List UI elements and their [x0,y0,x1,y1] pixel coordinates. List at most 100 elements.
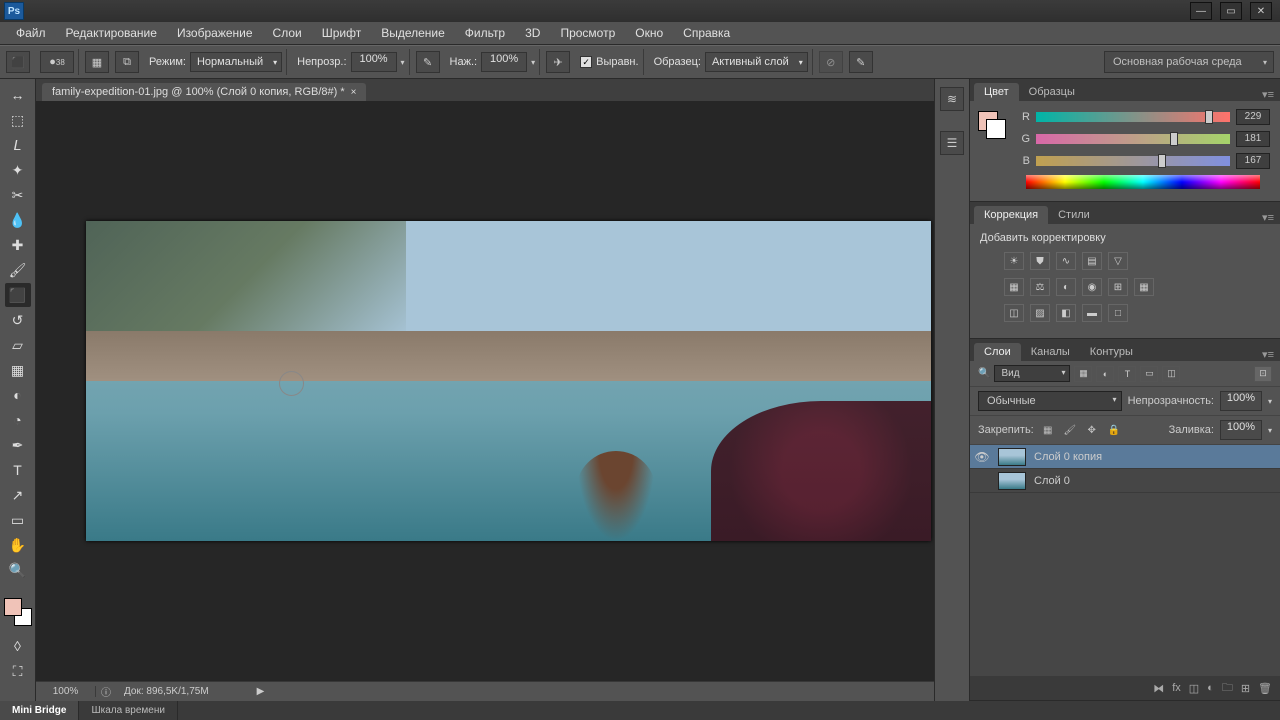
lasso-tool-icon[interactable]: 𝘓 [5,133,31,157]
tab-styles[interactable]: Стили [1048,206,1100,224]
delete-layer-icon[interactable]: 🗑 [1258,682,1272,695]
history-brush-tool-icon[interactable]: ↺ [5,308,31,332]
tab-adjustments[interactable]: Коррекция [974,206,1048,224]
b-value[interactable]: 167 [1236,153,1270,169]
dodge-tool-icon[interactable]: ◔ [5,408,31,432]
pressure-opacity-icon[interactable]: ✎ [416,51,440,73]
color-balance-icon[interactable]: ⚖ [1030,278,1050,296]
blend-mode-dropdown[interactable]: Нормальный [190,52,282,72]
filter-toggle-icon[interactable]: ⊡ [1254,366,1272,382]
selective-color-icon[interactable]: □ [1108,304,1128,322]
layer-blend-mode[interactable]: Обычные [978,391,1122,411]
properties-panel-icon[interactable]: ☰ [940,131,964,155]
status-play-icon[interactable]: ▶ [257,686,265,697]
brightness-contrast-icon[interactable]: ☀ [1004,252,1024,270]
close-tab-icon[interactable]: × [351,87,357,98]
bw-icon[interactable]: ◐ [1056,278,1076,296]
type-tool-icon[interactable]: T [5,458,31,482]
adjustment-layer-icon[interactable]: ◐ [1207,682,1214,694]
layer-thumbnail[interactable] [998,448,1026,466]
menu-3d[interactable]: 3D [515,22,550,45]
levels-icon[interactable]: ⛊ [1030,252,1050,270]
canvas-container[interactable] [36,101,934,681]
gradient-tool-icon[interactable]: ▦ [5,358,31,382]
color-lookup-icon[interactable]: ▦ [1134,278,1154,296]
path-tool-icon[interactable]: ↗ [5,483,31,507]
color-spectrum[interactable] [1026,175,1260,189]
workspace-selector[interactable]: Основная рабочая среда [1104,51,1274,73]
history-panel-icon[interactable]: ≋ [940,87,964,111]
crop-tool-icon[interactable]: ✂ [5,183,31,207]
tab-channels[interactable]: Каналы [1021,343,1080,361]
eraser-tool-icon[interactable]: ▱ [5,333,31,357]
tab-paths[interactable]: Контуры [1080,343,1143,361]
document-tab[interactable]: family-expedition-01.jpg @ 100% (Слой 0 … [42,83,366,101]
tab-timeline[interactable]: Шкала времени [79,701,177,720]
tab-layers[interactable]: Слои [974,343,1021,361]
filter-smart-icon[interactable]: ◫ [1162,366,1180,382]
menu-layer[interactable]: Слои [263,22,312,45]
menu-image[interactable]: Изображение [167,22,263,45]
photo-filter-icon[interactable]: ◉ [1082,278,1102,296]
tab-swatches[interactable]: Образцы [1019,83,1085,101]
menu-filter[interactable]: Фильтр [455,22,515,45]
marquee-tool-icon[interactable]: ⬚ [5,108,31,132]
airbrush-icon[interactable]: ✈ [546,51,570,73]
wand-tool-icon[interactable]: ✦ [5,158,31,182]
quickmask-icon[interactable]: ◊ [5,634,31,658]
hue-sat-icon[interactable]: ▦ [1004,278,1024,296]
exposure-icon[interactable]: ▤ [1082,252,1102,270]
screenmode-icon[interactable]: ⛶ [5,659,31,683]
r-value[interactable]: 229 [1236,109,1270,125]
r-slider[interactable] [1036,112,1230,122]
posterize-icon[interactable]: ▨ [1030,304,1050,322]
layer-item[interactable]: 👁 Слой 0 копия [970,445,1280,469]
flow-input[interactable]: 100% [481,52,527,72]
filter-type-icon[interactable]: T [1118,366,1136,382]
layer-fx-icon[interactable]: fx [1172,682,1181,694]
color-swatches[interactable] [4,598,32,626]
clone-source-icon[interactable]: ⧉ [115,51,139,73]
maximize-button[interactable]: ▭ [1220,2,1242,20]
eyedropper-tool-icon[interactable]: 💧 [5,208,31,232]
canvas[interactable] [86,221,931,541]
menu-window[interactable]: Окно [625,22,673,45]
layer-filter-kind[interactable]: Вид [994,365,1070,382]
minimize-button[interactable]: — [1190,2,1212,20]
filter-shape-icon[interactable]: ▭ [1140,366,1158,382]
stamp-tool-icon[interactable]: ⬛ [5,283,31,307]
pen-tool-icon[interactable]: ✒ [5,433,31,457]
hand-tool-icon[interactable]: ✋ [5,533,31,557]
g-slider[interactable] [1036,134,1230,144]
tool-preset-icon[interactable]: ⬛ [6,51,30,73]
pressure-size-icon[interactable]: ✎ [849,51,873,73]
link-layers-icon[interactable]: ⧓ [1153,682,1164,695]
shape-tool-icon[interactable]: ▭ [5,508,31,532]
brush-preset-picker[interactable]: ● 38 [40,51,74,73]
b-slider[interactable] [1036,156,1230,166]
menu-file[interactable]: Файл [6,22,56,45]
lock-all-icon[interactable]: 🔒 [1106,423,1122,437]
fg-color-swatch[interactable] [4,598,22,616]
move-tool-icon[interactable]: ↔ [5,83,31,107]
menu-view[interactable]: Просмотр [550,22,625,45]
filter-pixel-icon[interactable]: ▦ [1074,366,1092,382]
layer-name[interactable]: Слой 0 копия [1030,451,1102,463]
curves-icon[interactable]: ∿ [1056,252,1076,270]
blur-tool-icon[interactable]: ◐ [5,383,31,407]
threshold-icon[interactable]: ◧ [1056,304,1076,322]
opacity-input[interactable]: 100% [351,52,397,72]
menu-type[interactable]: Шрифт [312,22,371,45]
brush-tool-icon[interactable]: 🖌 [5,258,31,282]
zoom-tool-icon[interactable]: 🔍 [5,558,31,582]
g-value[interactable]: 181 [1236,131,1270,147]
channel-mixer-icon[interactable]: ⊞ [1108,278,1128,296]
adjustments-panel-menu-icon[interactable]: ▾≡ [1256,211,1280,224]
brush-panel-toggle-icon[interactable]: ▦ [85,51,109,73]
filter-adjust-icon[interactable]: ◐ [1096,366,1114,382]
invert-icon[interactable]: ◫ [1004,304,1024,322]
panel-bg-swatch[interactable] [986,119,1006,139]
layer-name[interactable]: Слой 0 [1030,475,1070,487]
zoom-level[interactable]: 100% [36,686,96,697]
lock-transparency-icon[interactable]: ▦ [1040,423,1056,437]
